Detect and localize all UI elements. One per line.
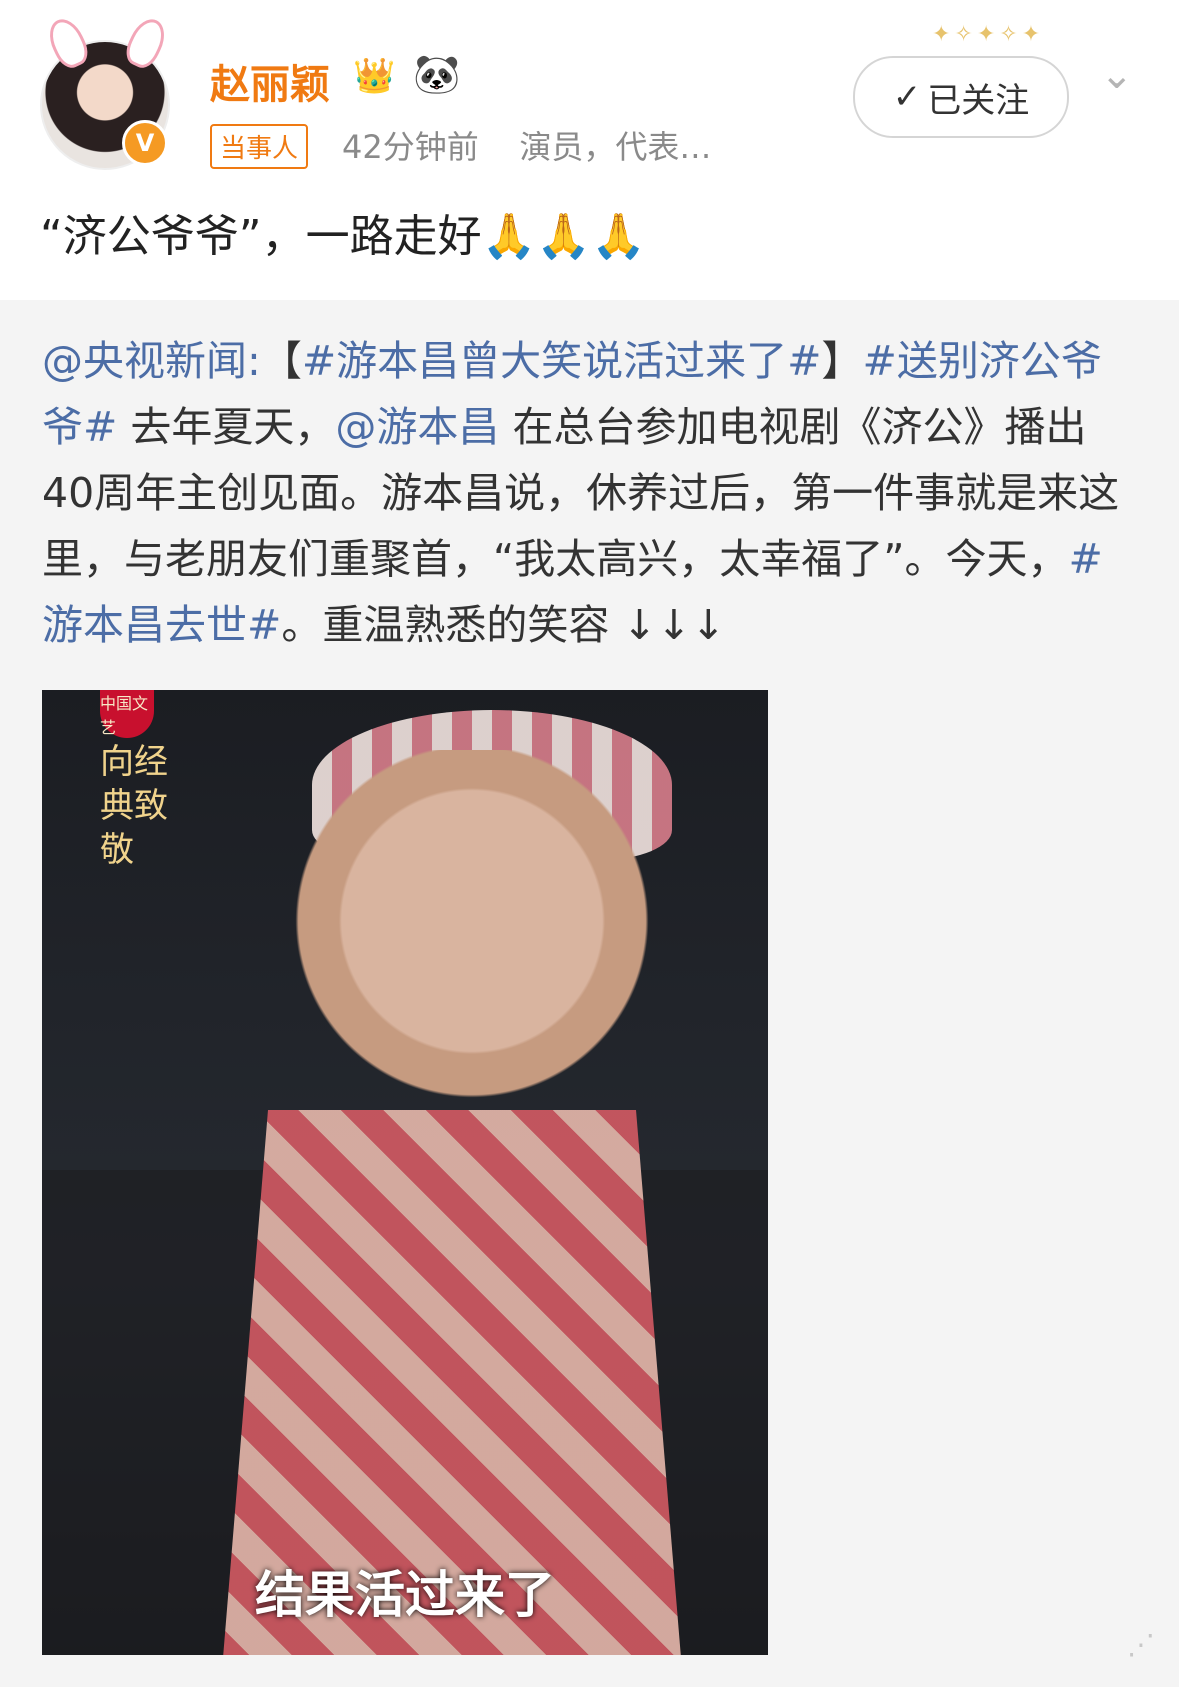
repost-card[interactable]: @央视新闻:【#游本昌曾大笑说活过来了#】#送别济公爷爷# 去年夏天，@游本昌 … [0, 300, 1179, 1687]
bracket-close: 】 [821, 337, 863, 385]
repost-body-1: 去年夏天， [117, 403, 336, 451]
panda-badge-icon: 🐼 [413, 52, 461, 96]
hashtag-laughed-back[interactable]: #游本昌曾大笑说活过来了# [302, 337, 822, 385]
check-icon: ✓ [892, 77, 922, 117]
follow-button[interactable]: ✓ 已关注 [853, 56, 1069, 138]
username[interactable]: 赵丽颖 [210, 52, 330, 110]
mention-you-benchang[interactable]: @游本昌 [335, 403, 499, 451]
portrait-figure [272, 750, 672, 1130]
follow-label: 已关注 [927, 80, 1030, 121]
post-text: “济公爷爷”，一路走好🙏🙏🙏 [40, 211, 646, 262]
tv-logo-icon: 中国文艺 [100, 690, 154, 738]
sparkle-decoration-icon: ✦✧✦✧✦ [932, 22, 1045, 47]
verified-badge-icon: V [122, 120, 168, 166]
crown-badge-icon: 👑 [353, 56, 396, 96]
scroll-grip-icon[interactable]: ⋰ [1127, 1628, 1155, 1661]
post-header: V 赵丽颖 👑 🐼 当事人 42分钟前 演员，代表… ✦✧✦✧✦ ✓ 已关注 ⌄… [0, 0, 1179, 300]
dangshiren-tag: 当事人 [210, 124, 309, 169]
repost-image[interactable]: 中国文艺 向经典致敬 结果活过来了 [42, 690, 768, 1655]
bracket-open: 【 [260, 337, 302, 385]
post-time: 42分钟前 [342, 128, 479, 166]
avatar[interactable]: V [40, 13, 172, 170]
calligraphy-overlay: 向经典致敬 [100, 742, 168, 870]
mention-cctv-news[interactable]: @央视新闻: [42, 337, 261, 385]
repost-body-3: 。重温熟悉的笑容 ↓↓↓ [281, 601, 726, 649]
chevron-down-icon[interactable]: ⌄ [1100, 52, 1134, 98]
repost-text: @央视新闻:【#游本昌曾大笑说活过来了#】#送别济公爷爷# 去年夏天，@游本昌 … [42, 328, 1132, 658]
image-caption: 结果活过来了 [255, 1566, 555, 1624]
post-meta: 42分钟前 演员，代表… [342, 122, 711, 168]
user-description: 演员，代表… [519, 128, 712, 166]
